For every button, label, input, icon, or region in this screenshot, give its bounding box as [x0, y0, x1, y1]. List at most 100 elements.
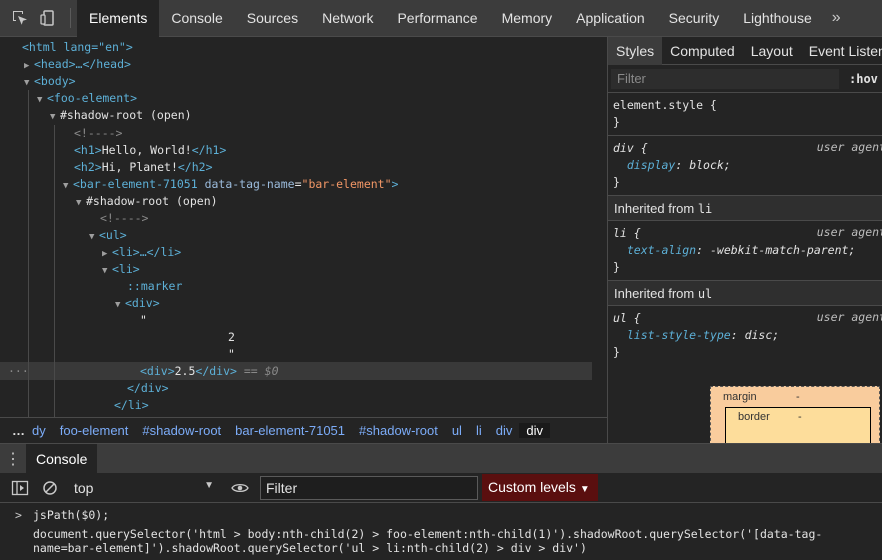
breadcrumb-item[interactable]: li [469, 423, 489, 438]
tab-computed[interactable]: Computed [662, 37, 743, 65]
tree-node-html[interactable]: <html lang="en"> [22, 39, 133, 56]
margin-label: margin [723, 391, 757, 403]
tree-node-body[interactable]: ▼ <body> [24, 73, 76, 90]
console-input-echo[interactable]: jsPath($0); [33, 508, 109, 522]
breadcrumb-overflow-icon[interactable]: … [0, 423, 32, 438]
inspect-element-icon[interactable] [6, 4, 34, 32]
element-style-rule[interactable]: element.style { } [608, 93, 882, 136]
console-result-line[interactable]: name=bar-element]').shadowRoot.querySele… [33, 541, 587, 555]
close-brace: } [613, 345, 620, 359]
tab-sources[interactable]: Sources [235, 0, 310, 37]
foo-element-tag: <foo-element> [47, 91, 138, 105]
breadcrumb-item[interactable]: div [489, 423, 520, 438]
styles-filter-row: Filter :hov [608, 65, 882, 93]
elements-tree: <html lang="en"> ▶ <head>…</head> ▼ <body>… [0, 37, 592, 417]
border-value[interactable]: - [798, 411, 802, 423]
li-tag: <li>…</li> [112, 245, 182, 259]
breadcrumb-item[interactable]: #shadow-root [135, 423, 228, 438]
collapse-triangle-icon[interactable]: ▼ [115, 297, 125, 314]
close-brace: } [613, 260, 620, 274]
prop-name[interactable]: list-style-type [627, 328, 731, 342]
ul-rule[interactable]: ul { user agent list-style-type: disc; } [608, 306, 882, 365]
drawer-menu-icon[interactable]: ⋮ [0, 449, 26, 469]
tab-network[interactable]: Network [310, 0, 385, 37]
collapse-triangle-icon[interactable]: ▼ [37, 92, 47, 109]
tab-styles[interactable]: Styles [608, 37, 663, 65]
devtools-tab-bar: Elements Console Sources Network Perform… [0, 0, 882, 37]
live-expression-eye-icon[interactable] [228, 476, 252, 500]
breadcrumb-item[interactable]: #shadow-root [352, 423, 445, 438]
tree-node-h1[interactable]: <h1>Hello, World!</h1> [74, 142, 226, 159]
div-close-tag: </div> [127, 381, 169, 395]
tree-node-div[interactable]: ▼ <div> [115, 295, 160, 312]
log-levels-dropdown[interactable]: Custom levels ▼ [482, 474, 598, 501]
context-value: top [74, 479, 94, 496]
context-select[interactable]: top ▼ [74, 480, 214, 496]
tab-security[interactable]: Security [657, 0, 732, 37]
breadcrumb-item-active[interactable]: div [519, 423, 550, 438]
tab-lighthouse[interactable]: Lighthouse [731, 0, 824, 37]
breadcrumb-item[interactable]: foo-element [53, 423, 136, 438]
tree-node-shadow-root[interactable]: ▼ #shadow-root (open) [50, 107, 192, 124]
more-tabs-icon[interactable]: » [824, 9, 849, 27]
prop-name[interactable]: display [627, 158, 675, 172]
tab-application[interactable]: Application [564, 0, 657, 37]
ul-tag: <ul> [99, 228, 127, 242]
collapse-triangle-icon[interactable]: ▼ [50, 109, 60, 126]
tree-node-foo-element[interactable]: ▼ <foo-element> [37, 90, 137, 107]
tree-node-marker[interactable]: ::marker [127, 278, 182, 295]
collapse-triangle-icon[interactable]: ▼ [24, 75, 34, 92]
comment-node: <!----> [74, 126, 123, 140]
margin-value[interactable]: - [796, 391, 800, 403]
sidebar-toggle-icon[interactable] [8, 476, 32, 500]
tree-node-li[interactable]: ▼ <li> [102, 261, 140, 278]
log-levels-label: Custom levels [488, 479, 576, 495]
inherited-tag[interactable]: li [698, 202, 712, 216]
tab-console[interactable]: Console [159, 0, 234, 37]
breadcrumb-item[interactable]: bar-element-71051 [228, 423, 352, 438]
collapse-triangle-icon[interactable]: ▼ [76, 195, 86, 212]
prop-value[interactable]: -webkit-match-parent; [710, 243, 855, 257]
tree-node-head[interactable]: ▶ <head>…</head> [24, 56, 131, 73]
li-tag: <li> [112, 262, 140, 276]
collapse-triangle-icon[interactable]: ▼ [89, 229, 99, 246]
li-close-tag: </li> [114, 398, 149, 412]
prop-name[interactable]: text-align [627, 243, 696, 257]
console-result-line[interactable]: document.querySelector('html > body:nth-… [33, 527, 822, 541]
console-filter-input[interactable]: Filter [260, 475, 478, 500]
device-toolbar-icon[interactable] [34, 4, 62, 32]
breadcrumb-item[interactable]: ul [445, 423, 469, 438]
tree-node-comment[interactable]: <!----> [74, 125, 122, 142]
rule-source: user agent [816, 225, 882, 239]
tab-event-listeners[interactable]: Event Listeners [801, 37, 882, 65]
tree-node-li-close[interactable]: </li> [114, 397, 149, 414]
tab-layout[interactable]: Layout [743, 37, 801, 65]
styles-filter-input[interactable]: Filter [611, 68, 839, 89]
tree-node-shadow-root-2[interactable]: ▼ #shadow-root (open) [76, 193, 218, 210]
tree-node-li-collapsed[interactable]: ▶ <li>…</li> [102, 244, 181, 261]
collapse-triangle-icon[interactable]: ▼ [63, 178, 73, 195]
clear-console-icon[interactable] [38, 476, 62, 500]
collapse-triangle-icon[interactable]: ▼ [102, 263, 112, 280]
tab-elements[interactable]: Elements [77, 0, 160, 37]
h1-text: Hello, World! [101, 143, 192, 157]
prop-value[interactable]: disc; [745, 328, 780, 342]
tree-node-bar-element[interactable]: ▼ <bar-element-71051 data-tag-name="bar-e… [63, 176, 398, 193]
tab-memory[interactable]: Memory [490, 0, 565, 37]
tree-node-h2[interactable]: <h2>Hi, Planet!</h2> [74, 159, 213, 176]
li-rule[interactable]: li { user agent text-align: -webkit-matc… [608, 221, 882, 281]
h1-open-tag: <h1> [74, 143, 102, 157]
prop-value[interactable]: block; [689, 158, 731, 172]
tab-performance[interactable]: Performance [385, 0, 489, 37]
tree-node-comment-2[interactable]: <!----> [100, 210, 148, 227]
div-rule[interactable]: div { user agent display: block; } [608, 136, 882, 196]
tree-node-ul[interactable]: ▼ <ul> [89, 227, 127, 244]
breadcrumb-item[interactable]: dy [32, 423, 53, 438]
inherited-tag[interactable]: ul [698, 287, 712, 301]
hov-toggle[interactable]: :hov [849, 72, 878, 86]
row-menu-icon[interactable]: ··· [8, 363, 29, 380]
drawer-tab-console[interactable]: Console [26, 443, 98, 474]
tree-node-div-close[interactable]: </div> [127, 380, 169, 397]
bar-element-tag: <bar-element-71051 [73, 177, 198, 191]
tree-node-div-selected[interactable]: <div>2.5</div> == $0 [140, 363, 279, 380]
